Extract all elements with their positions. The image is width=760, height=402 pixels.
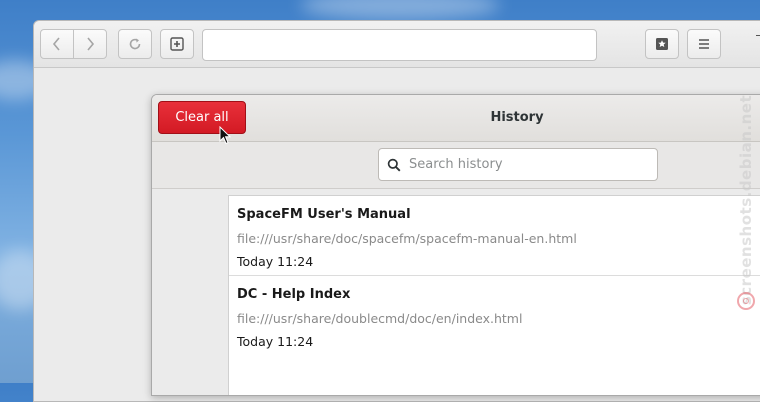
- chevron-left-icon: [52, 37, 60, 51]
- history-entry[interactable]: SpaceFM User's Manual file:///usr/share/…: [229, 196, 760, 276]
- history-entry-title: DC - Help Index: [237, 287, 351, 302]
- navigation-buttons: [40, 29, 112, 59]
- history-dialog-header: History Clear all: [152, 95, 760, 142]
- bookmark-star-icon: [656, 38, 668, 50]
- history-entry-url: file:///usr/share/doublecmd/doc/en/index…: [237, 311, 523, 326]
- mouse-pointer-icon: [219, 126, 231, 145]
- browser-header-bar: [34, 21, 760, 68]
- new-tab-icon: [170, 37, 184, 51]
- address-bar[interactable]: [202, 29, 597, 61]
- history-entry[interactable]: DC - Help Index file:///usr/share/double…: [229, 276, 760, 356]
- search-bar: [152, 142, 760, 189]
- search-icon: [387, 158, 401, 171]
- history-entry-time: Today 11:24: [237, 254, 314, 269]
- clear-all-button[interactable]: Clear all: [158, 101, 246, 134]
- reload-button[interactable]: [118, 29, 152, 59]
- chevron-right-icon: [87, 37, 95, 51]
- forward-button[interactable]: [73, 29, 107, 59]
- back-button[interactable]: [40, 29, 74, 59]
- new-tab-button[interactable]: [160, 29, 194, 59]
- history-dialog-body: SpaceFM User's Manual file:///usr/share/…: [152, 189, 760, 395]
- menu-button[interactable]: [687, 29, 721, 59]
- watermark-logo-icon: [737, 292, 755, 310]
- hamburger-menu-icon: [699, 39, 709, 49]
- history-entry-url: file:///usr/share/doc/spacefm/spacefm-ma…: [237, 231, 577, 246]
- minimize-button[interactable]: [756, 35, 760, 36]
- search-history-field[interactable]: [378, 148, 658, 181]
- history-dialog: History Clear all SpaceFM User's Manual …: [151, 94, 760, 396]
- history-entry-time: Today 11:24: [237, 334, 314, 349]
- history-entry-title: SpaceFM User's Manual: [237, 207, 411, 222]
- watermark: screenshots.debian.net: [728, 80, 760, 320]
- bookmarks-button[interactable]: [645, 29, 679, 59]
- search-history-input[interactable]: [409, 157, 639, 172]
- wallpaper-cloud: [300, 0, 500, 20]
- reload-icon: [129, 38, 141, 50]
- watermark-text: screenshots.debian.net: [737, 94, 755, 306]
- history-list: SpaceFM User's Manual file:///usr/share/…: [228, 195, 760, 395]
